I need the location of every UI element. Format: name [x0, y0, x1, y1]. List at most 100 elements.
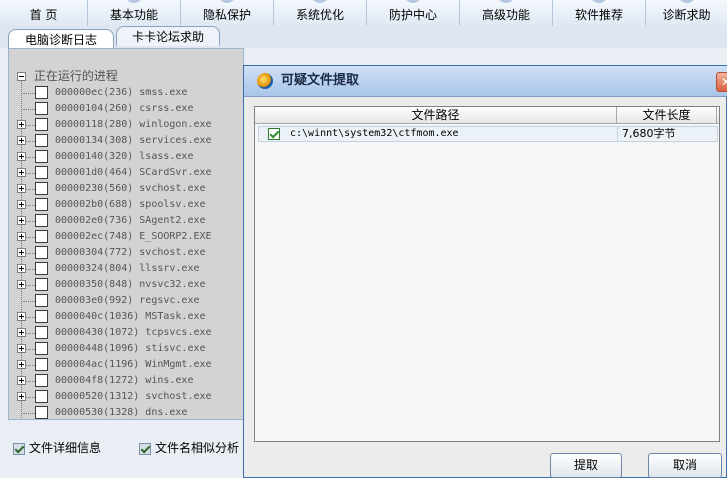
expand-icon[interactable] — [17, 232, 26, 241]
process-label: 000001d0(464) SCardSvr.exe — [55, 167, 212, 178]
process-checkbox[interactable] — [35, 390, 48, 403]
process-checkbox[interactable] — [35, 262, 48, 275]
option-name-similarity[interactable]: 文件名相似分析 — [139, 440, 239, 456]
expand-icon[interactable] — [17, 344, 26, 353]
process-label: 00000104(260) csrss.exe — [55, 103, 194, 114]
collapse-icon[interactable] — [17, 72, 26, 81]
process-checkbox[interactable] — [35, 374, 48, 387]
file-detail-checkbox[interactable] — [13, 442, 25, 455]
expand-icon[interactable] — [17, 120, 26, 129]
expand-icon[interactable] — [17, 328, 26, 337]
app-logo-icon — [257, 73, 273, 89]
expand-icon[interactable] — [17, 216, 26, 225]
option-file-detail[interactable]: 文件详细信息 — [13, 440, 101, 456]
process-label: 000002ec(748) E_SOORP2.EXE — [55, 231, 212, 242]
process-checkbox[interactable] — [35, 214, 48, 227]
file-table: 文件路径 文件长度 c:\winnt\system32\ctfmom.exe 7… — [254, 106, 720, 442]
process-checkbox[interactable] — [35, 198, 48, 211]
tab-bar: 电脑诊断日志 卡卡论坛求助 — [0, 26, 727, 49]
expand-icon[interactable] — [17, 392, 26, 401]
tree-root[interactable]: 正在运行的进程 — [17, 69, 118, 83]
nav-icon — [497, 0, 515, 3]
file-path-cell: c:\winnt\system32\ctfmom.exe — [290, 128, 459, 139]
nav-protection-center-label: 防护中心 — [388, 8, 437, 22]
process-tree-panel[interactable]: 正在运行的进程 000000ec(236) smss.exe 00000104(2… — [8, 48, 244, 420]
process-checkbox[interactable] — [35, 182, 48, 195]
tree-connector — [23, 93, 35, 94]
extract-button[interactable]: 提取 — [550, 453, 622, 478]
tab-forum-help-label: 卡卡论坛求助 — [131, 30, 204, 44]
tab-diagnose-log[interactable]: 电脑诊断日志 — [8, 29, 114, 49]
nav-system-optimize-label: 系统优化 — [295, 8, 344, 22]
expand-icon[interactable] — [17, 264, 26, 273]
process-label: 000000ec(236) smss.exe — [55, 87, 188, 98]
expand-icon[interactable] — [17, 200, 26, 209]
name-similarity-label: 文件名相似分析 — [155, 441, 240, 455]
nav-privacy-label: 隐私保护 — [202, 8, 251, 22]
expand-icon[interactable] — [17, 184, 26, 193]
process-checkbox[interactable] — [35, 326, 48, 339]
tab-forum-help[interactable]: 卡卡论坛求助 — [116, 26, 220, 46]
process-checkbox[interactable] — [35, 310, 48, 323]
name-similarity-checkbox[interactable] — [139, 442, 151, 455]
table-header: 文件路径 文件长度 — [255, 107, 719, 124]
nav-basic-functions[interactable]: 基本功能 — [88, 0, 181, 26]
nav-icon — [311, 0, 329, 3]
column-header-path[interactable]: 文件路径 — [255, 107, 617, 123]
nav-home-label: 首 页 — [29, 8, 58, 22]
nav-icon — [404, 0, 422, 3]
process-checkbox[interactable] — [35, 134, 48, 147]
process-label: 000002e0(736) SAgent2.exe — [55, 215, 206, 226]
nav-advanced[interactable]: 高级功能 — [460, 0, 553, 26]
table-row[interactable]: c:\winnt\system32\ctfmom.exe 7,680字节 — [258, 126, 718, 142]
process-checkbox[interactable] — [35, 342, 48, 355]
expand-icon[interactable] — [17, 136, 26, 145]
process-label: 00000324(804) llssrv.exe — [55, 263, 200, 274]
nav-software-recommend[interactable]: 软件推荐 — [553, 0, 646, 26]
process-checkbox[interactable] — [35, 358, 48, 371]
nav-diagnose-help[interactable]: 诊断求助 — [646, 0, 727, 26]
nav-software-recommend-label: 软件推荐 — [574, 8, 623, 22]
process-checkbox[interactable] — [35, 150, 48, 163]
close-icon[interactable]: ✕ — [716, 72, 727, 92]
process-label: 00000430(1072) tcpsvcs.exe — [55, 327, 212, 338]
process-checkbox[interactable] — [35, 246, 48, 259]
process-checkbox[interactable] — [35, 102, 48, 115]
nav-icon — [590, 0, 608, 3]
process-checkbox[interactable] — [35, 86, 48, 99]
nav-home[interactable]: 首 页 — [0, 0, 88, 26]
expand-icon[interactable] — [17, 152, 26, 161]
expand-icon[interactable] — [17, 376, 26, 385]
process-checkbox[interactable] — [35, 166, 48, 179]
nav-basic-functions-label: 基本功能 — [109, 8, 158, 22]
process-checkbox[interactable] — [35, 278, 48, 291]
expand-icon[interactable] — [17, 280, 26, 289]
row-checkbox[interactable] — [268, 128, 280, 140]
process-label: 000002b0(688) spoolsv.exe — [55, 199, 206, 210]
expand-icon[interactable] — [17, 312, 26, 321]
process-checkbox[interactable] — [35, 294, 48, 307]
process-label: 00000530(1328) dns.exe — [55, 407, 188, 418]
column-header-length[interactable]: 文件长度 — [617, 107, 717, 123]
nav-icon — [125, 0, 143, 3]
process-checkbox[interactable] — [35, 118, 48, 131]
process-label: 000004f8(1272) wins.exe — [55, 375, 194, 386]
cancel-button[interactable]: 取消 — [648, 453, 722, 478]
process-label: 0000040c(1036) MSTask.exe — [55, 311, 206, 322]
nav-protection-center[interactable]: 防护中心 — [367, 0, 460, 26]
expand-icon[interactable] — [17, 248, 26, 257]
expand-icon[interactable] — [17, 168, 26, 177]
expand-icon[interactable] — [17, 360, 26, 369]
nav-system-optimize[interactable]: 系统优化 — [274, 0, 367, 26]
dialog-title-bar[interactable]: 可疑文件提取 ✕ — [244, 66, 727, 97]
process-checkbox[interactable] — [35, 230, 48, 243]
process-label: 00000230(560) svchost.exe — [55, 183, 206, 194]
suspicious-file-dialog: 可疑文件提取 ✕ 文件路径 文件长度 c:\winnt\system32\ctf… — [243, 65, 727, 478]
tab-diagnose-log-label: 电脑诊断日志 — [24, 33, 97, 47]
nav-icon — [677, 0, 696, 3]
file-detail-label: 文件详细信息 — [29, 441, 102, 455]
process-label: 000004ac(1196) WinMgmt.exe — [55, 359, 212, 370]
nav-privacy[interactable]: 隐私保护 — [181, 0, 274, 26]
process-checkbox[interactable] — [35, 406, 48, 419]
process-label: 00000304(772) svchost.exe — [55, 247, 206, 258]
